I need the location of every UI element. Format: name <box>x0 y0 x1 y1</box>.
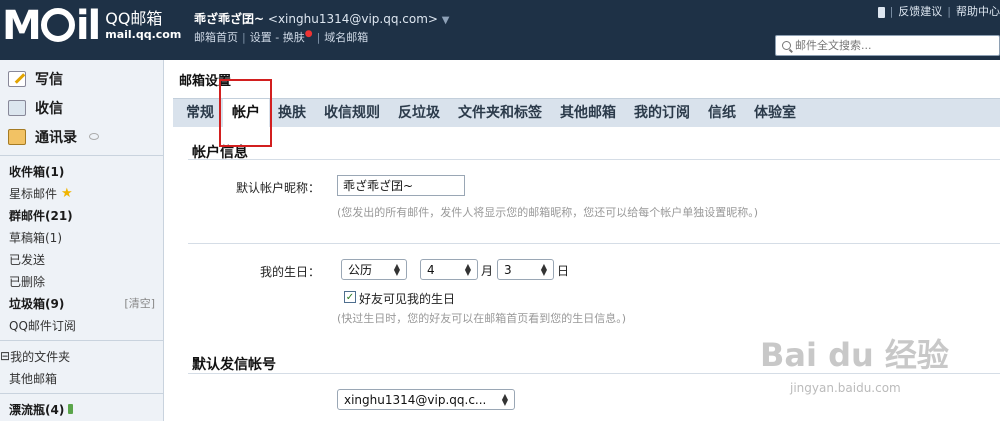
nav-settings[interactable]: 设置 <box>250 31 272 44</box>
star-icon: ★ <box>61 185 73 201</box>
tab-stationery[interactable]: 信纸 <box>699 99 745 128</box>
logo-o-icon <box>40 8 75 42</box>
collapse-icon[interactable]: ⊟ <box>0 349 10 363</box>
logo-domain: mail.qq.com <box>105 27 182 41</box>
tab-folders-labels[interactable]: 文件夹和标签 <box>449 99 551 128</box>
sidebar-item-starred[interactable]: 星标邮件 ★ <box>0 182 163 204</box>
tab-general[interactable]: 常规 <box>177 99 223 128</box>
top-links: | 反馈建议 | 帮助中心 <box>877 3 1000 19</box>
settings-tabs: 常规 帐户 换肤 收信规则 反垃圾 文件夹和标签 其他邮箱 我的订阅 信纸 体验… <box>173 98 1000 128</box>
show-birthday-checkbox[interactable]: ✓ <box>344 291 356 303</box>
account-dropdown-icon[interactable]: ▼ <box>442 15 450 26</box>
default-sender-select[interactable]: xinghu1314@vip.qq.c... ▲ ▼ <box>337 389 515 410</box>
compose-button[interactable]: 写信 <box>0 64 163 93</box>
baidu-watermark: Bai du 经验 <box>760 336 949 374</box>
inbox-icon <box>8 99 26 116</box>
sidebar-item-sent[interactable]: 已发送 <box>0 248 163 270</box>
updown-icon: ▲ ▼ <box>540 261 547 277</box>
search-icon <box>782 41 791 50</box>
show-birthday-label: 好友可见我的生日 <box>359 292 456 306</box>
divider <box>0 393 163 394</box>
updown-icon: ▲ ▼ <box>464 261 471 277</box>
search-input[interactable] <box>795 39 985 52</box>
logo-title: QQ邮箱 <box>105 9 163 29</box>
sidebar-item-group-mail[interactable]: 群邮件(21) <box>0 204 163 226</box>
receive-button[interactable]: 收信 <box>0 93 163 122</box>
sidebar-item-qq-subscription[interactable]: QQ邮件订阅 <box>0 314 163 336</box>
divider <box>0 340 163 341</box>
tab-anti-spam[interactable]: 反垃圾 <box>389 99 449 128</box>
nav-skin[interactable]: 换肤 <box>283 31 305 44</box>
nickname-hint: (您发出的所有邮件，发件人将显示您的邮箱昵称，您还可以给每个帐户单独设置昵称。) <box>337 206 759 219</box>
sidebar-item-inbox[interactable]: 收件箱(1) <box>0 160 163 182</box>
nav-domain-mail[interactable]: 域名邮箱 <box>324 31 368 44</box>
nickname-input[interactable] <box>337 175 465 196</box>
sidebar-item-spam[interactable]: 垃圾箱(9) [清空] <box>0 292 163 314</box>
updown-icon: ▲ ▼ <box>501 391 508 407</box>
birthday-hint: (快过生日时，您的好友可以在邮箱首页看到您的生日信息。) <box>337 312 627 325</box>
user-info: 乖ざ乖ざ囝~ <xinghu1314@vip.qq.com> ▼ <box>194 10 449 27</box>
nickname-label: 默认帐户昵称： <box>235 181 320 195</box>
search-box[interactable] <box>775 35 1000 56</box>
sidebar-item-my-folders[interactable]: ⊟ 我的文件夹 <box>0 345 163 367</box>
top-nav: 邮箱首页 | 设置 - 换肤● | 域名邮箱 <box>194 29 369 44</box>
qq-mail-logo[interactable]: Mil QQ邮箱 mail.qq.com <box>2 4 181 48</box>
new-dot-icon: ● <box>304 29 313 39</box>
highlight-box <box>219 79 272 147</box>
calendar-select[interactable]: 公历 ▲ ▼ <box>341 259 407 280</box>
top-header: Mil QQ邮箱 mail.qq.com 乖ざ乖ざ囝~ <xinghu1314@… <box>0 0 1000 60</box>
divider <box>188 243 1000 244</box>
updown-icon: ▲ ▼ <box>393 261 400 277</box>
tab-other-mailboxes[interactable]: 其他邮箱 <box>551 99 625 128</box>
clear-spam-link[interactable]: [清空] <box>124 295 155 311</box>
contacts-button[interactable]: 通讯录 <box>0 122 163 151</box>
tab-lab[interactable]: 体验室 <box>745 99 805 128</box>
sidebar: 写信 收信 通讯录 收件箱(1) 星标邮件 ★ 群邮件(21) 草稿箱(1) 已发… <box>0 60 164 421</box>
day-select[interactable]: 3 ▲ ▼ <box>497 259 554 280</box>
feedback-link[interactable]: 反馈建议 <box>898 5 942 18</box>
user-nickname: 乖ざ乖ざ囝~ <box>194 12 265 26</box>
bottle-icon <box>68 404 74 414</box>
month-unit: 月 <box>481 264 494 278</box>
tab-receive-rules[interactable]: 收信规则 <box>315 99 389 128</box>
tab-my-subscriptions[interactable]: 我的订阅 <box>625 99 699 128</box>
day-unit: 日 <box>557 264 570 278</box>
chat-bubble-icon[interactable] <box>89 133 99 140</box>
contacts-icon <box>8 128 26 145</box>
divider <box>188 159 1000 160</box>
tab-skin[interactable]: 换肤 <box>269 99 315 128</box>
sidebar-item-drafts[interactable]: 草稿箱(1) <box>0 226 163 248</box>
birthday-label: 我的生日： <box>259 265 320 279</box>
user-email: <xinghu1314@vip.qq.com> <box>267 12 438 26</box>
baidu-watermark-url: jingyan.baidu.com <box>790 381 901 395</box>
divider <box>0 155 163 156</box>
nav-mail-home[interactable]: 邮箱首页 <box>194 31 238 44</box>
sidebar-item-deleted[interactable]: 已删除 <box>0 270 163 292</box>
sidebar-item-other-mailboxes[interactable]: 其他邮箱 <box>0 367 163 389</box>
help-center-link[interactable]: 帮助中心 <box>956 5 1000 18</box>
phone-icon[interactable] <box>877 6 885 18</box>
sidebar-item-drift-bottle[interactable]: 漂流瓶(4) <box>0 398 163 420</box>
month-select[interactable]: 4 ▲ ▼ <box>420 259 478 280</box>
default-sender-heading: 默认发信帐号 <box>192 357 276 373</box>
write-icon <box>8 70 26 87</box>
